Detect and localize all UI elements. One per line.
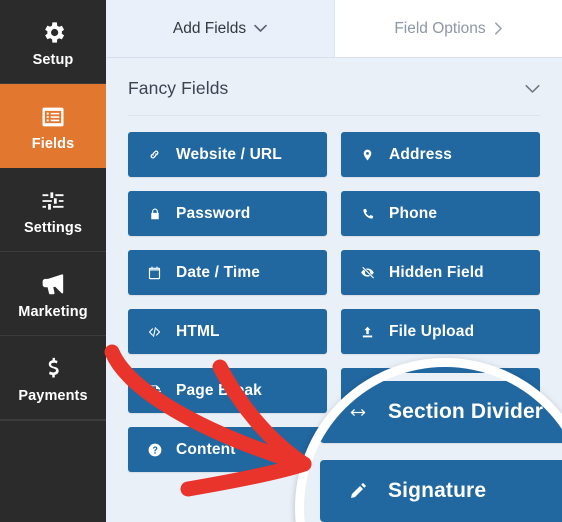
field-button-label: HTML <box>176 322 220 340</box>
field-button-address[interactable]: Address <box>341 132 540 177</box>
calendar-icon <box>146 265 163 281</box>
field-button-label: Content <box>176 440 236 458</box>
magnified-field-button-label: Signature <box>388 479 487 502</box>
section-header[interactable]: Fancy Fields <box>128 78 540 116</box>
pencil-icon <box>346 480 370 502</box>
field-button-content[interactable]: Content <box>128 427 327 472</box>
sidebar-item-label: Payments <box>18 387 88 404</box>
tab-add-fields-label: Add Fields <box>172 19 247 37</box>
chevron-down-icon[interactable] <box>525 84 540 94</box>
sidebar-item-label: Fields <box>31 135 75 152</box>
code-icon <box>146 325 163 339</box>
field-button-date-time[interactable]: Date / Time <box>128 250 327 295</box>
field-button-label: Phone <box>389 204 438 222</box>
sidebar-item-settings[interactable]: Settings <box>0 168 106 252</box>
fancy-fields-section: Fancy Fields <box>106 58 562 116</box>
upload-icon <box>359 324 376 340</box>
sidebar-filler <box>0 420 106 522</box>
field-button-label: Address <box>389 145 453 163</box>
field-button-hidden-field[interactable]: Hidden Field <box>341 250 540 295</box>
sidebar: Setup Fields Settings Marketing Payments <box>0 0 106 522</box>
page-break-icon <box>146 383 163 399</box>
question-circle-icon <box>146 442 163 458</box>
megaphone-icon <box>39 268 68 302</box>
sidebar-item-setup[interactable]: Setup <box>0 0 106 84</box>
phone-icon <box>359 206 376 222</box>
builder-panel: Add Fields Field Options Fancy Fields We… <box>106 0 562 522</box>
magnified-content: Section Divider Signature <box>304 367 562 522</box>
eye-slash-icon <box>359 265 376 280</box>
chevron-right-icon <box>494 22 503 35</box>
field-button-label: Page Break <box>176 381 262 399</box>
magnifier-zoom-circle: Section Divider Signature <box>295 358 562 522</box>
tab-bar: Add Fields Field Options <box>106 0 562 58</box>
field-button-file-upload[interactable]: File Upload <box>341 309 540 354</box>
field-button-page-break[interactable]: Page Break <box>128 368 327 413</box>
tab-field-options-label: Field Options <box>394 19 486 37</box>
sliders-icon <box>39 184 67 218</box>
tab-field-options[interactable]: Field Options <box>334 0 562 57</box>
sidebar-item-marketing[interactable]: Marketing <box>0 252 106 336</box>
link-icon <box>146 147 163 162</box>
dollar-icon <box>40 352 67 386</box>
field-button-html[interactable]: HTML <box>128 309 327 354</box>
sidebar-item-label: Marketing <box>18 303 88 320</box>
field-button-website-url[interactable]: Website / URL <box>128 132 327 177</box>
sidebar-item-fields[interactable]: Fields <box>0 84 106 168</box>
field-button-label: Hidden Field <box>389 263 484 281</box>
sidebar-item-label: Setup <box>32 51 74 68</box>
field-button-label: Date / Time <box>176 263 261 281</box>
map-pin-icon <box>359 147 376 163</box>
sidebar-item-payments[interactable]: Payments <box>0 336 106 420</box>
tab-add-fields[interactable]: Add Fields <box>106 0 334 57</box>
chevron-down-icon <box>254 24 267 33</box>
list-icon <box>39 100 67 134</box>
section-title: Fancy Fields <box>128 78 229 98</box>
gear-icon <box>40 16 67 50</box>
field-button-phone[interactable]: Phone <box>341 191 540 236</box>
magnified-field-button-section-divider[interactable]: Section Divider <box>320 381 562 443</box>
sidebar-item-label: Settings <box>24 219 82 236</box>
form-builder-window: Setup Fields Settings Marketing Payments <box>0 0 562 522</box>
field-button-label: File Upload <box>389 322 475 340</box>
field-button-label: Website / URL <box>176 145 282 163</box>
magnified-field-button-label: Section Divider <box>388 400 544 423</box>
lock-icon <box>146 206 163 222</box>
magnified-field-button-signature[interactable]: Signature <box>320 460 562 522</box>
field-button-password[interactable]: Password <box>128 191 327 236</box>
arrows-horizontal-icon <box>346 404 370 421</box>
field-button-label: Password <box>176 204 251 222</box>
